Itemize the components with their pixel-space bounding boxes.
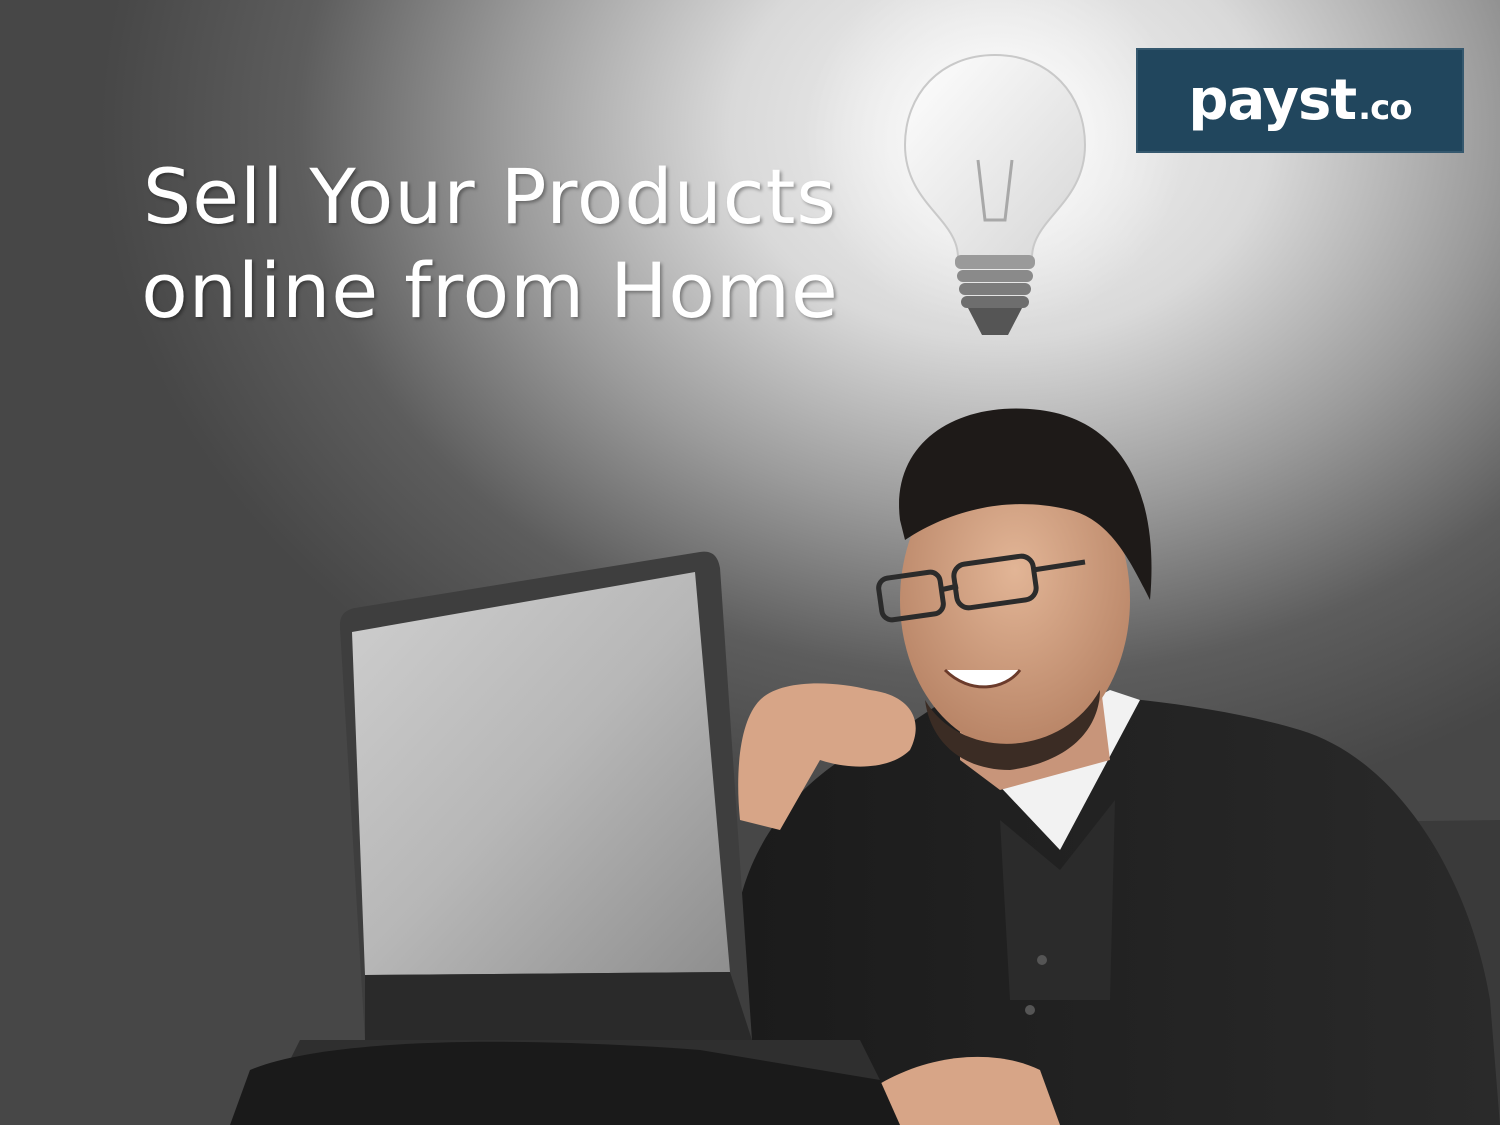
- light-bulb-icon: [805, 0, 1185, 335]
- headline-line-1: Sell Your Products: [143, 152, 837, 241]
- headline-line-2: online from Home: [141, 246, 839, 335]
- logo-name: payst: [1188, 68, 1357, 133]
- payst-logo: payst.co: [1136, 48, 1464, 153]
- headline: Sell Your Products online from Home: [120, 150, 860, 338]
- logo-suffix: .co: [1358, 88, 1412, 128]
- logo-text: payst.co: [1188, 68, 1412, 133]
- man: [700, 408, 1500, 1125]
